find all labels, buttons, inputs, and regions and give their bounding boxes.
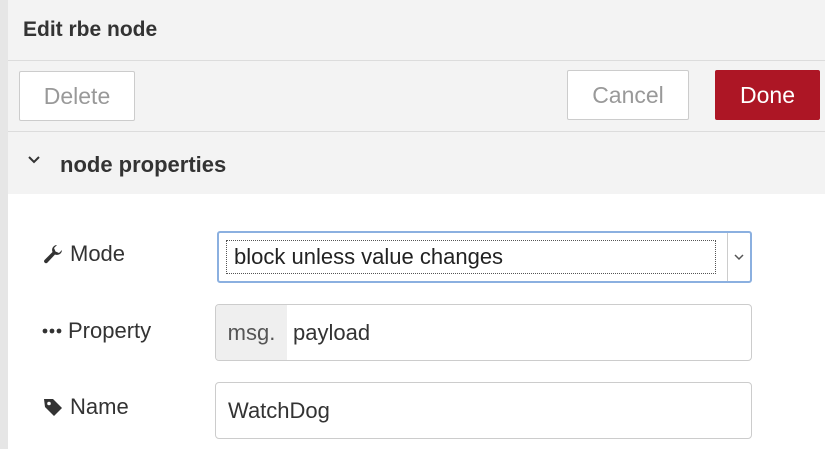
node-properties-form: Mode block unless value changes Property <box>8 194 825 449</box>
section-header-node-properties[interactable]: node properties <box>8 132 825 194</box>
tag-icon <box>42 396 64 418</box>
ellipsis-icon <box>42 320 62 342</box>
chevron-down-icon <box>727 233 750 281</box>
property-label: Property <box>42 318 151 344</box>
wrench-icon <box>42 243 64 265</box>
tray-toolbar: Delete Cancel Done <box>8 61 825 132</box>
mode-label-text: Mode <box>70 241 126 266</box>
cancel-button[interactable]: Cancel <box>567 70 689 120</box>
name-label-text: Name <box>70 394 129 419</box>
edit-tray: Edit rbe node Delete Cancel Done node pr… <box>0 0 825 449</box>
property-typed-input[interactable]: msg. payload <box>215 304 752 361</box>
done-button[interactable]: Done <box>715 70 820 120</box>
tray-title: Edit rbe node <box>23 18 158 41</box>
name-input[interactable]: WatchDog <box>215 382 752 439</box>
property-label-text: Property <box>68 318 152 343</box>
name-label: Name <box>42 394 129 420</box>
mode-select-value: block unless value changes <box>226 240 716 274</box>
section-title: node properties <box>60 152 227 177</box>
property-value[interactable]: payload <box>293 305 370 360</box>
tray-header: Edit rbe node <box>8 0 825 61</box>
chevron-down-icon <box>26 152 42 168</box>
mode-label: Mode <box>42 241 125 267</box>
delete-button[interactable]: Delete <box>19 71 135 121</box>
mode-select[interactable]: block unless value changes <box>217 231 752 283</box>
property-type-selector[interactable]: msg. <box>216 305 287 360</box>
